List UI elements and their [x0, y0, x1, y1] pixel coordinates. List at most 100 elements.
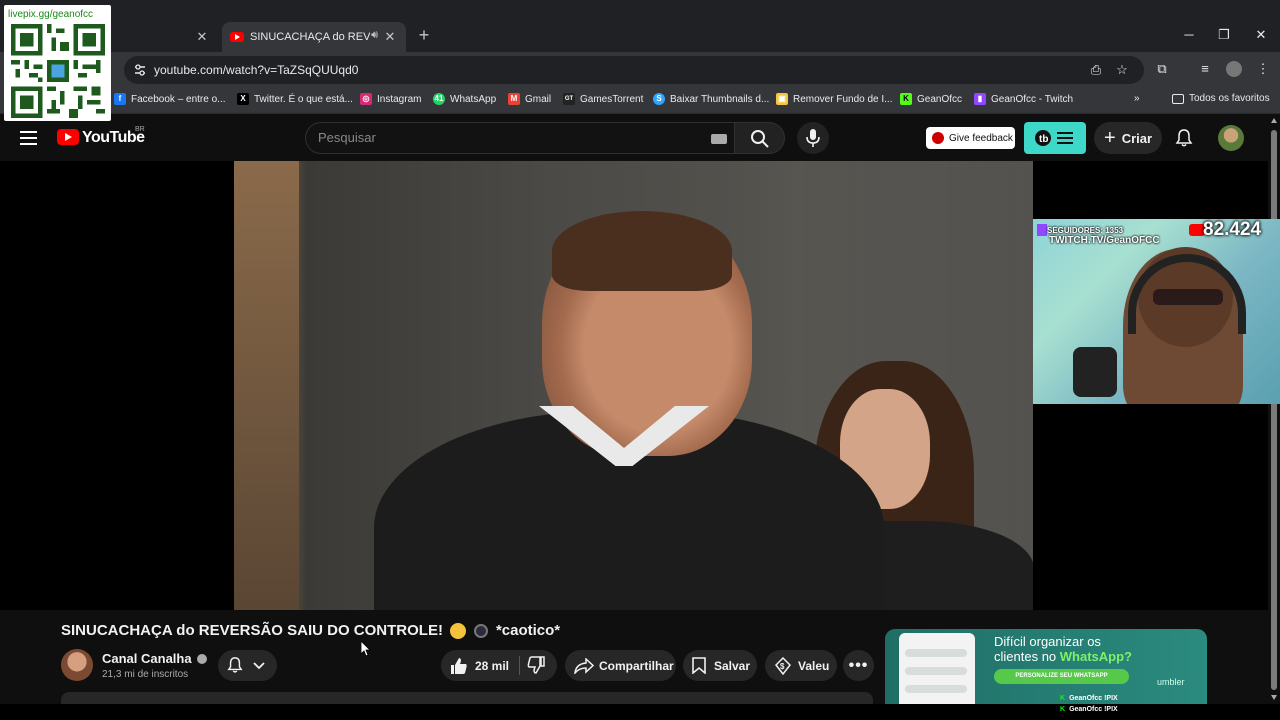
bookmark-gamestorrent[interactable]: GT GamesTorrent: [563, 93, 643, 105]
twitch-icon: [1037, 224, 1047, 236]
channel-name-link[interactable]: Canal Canalha: [102, 651, 207, 666]
youtube-logo-icon[interactable]: [57, 129, 79, 145]
livepix-qr-overlay: livepix.gg/geanofcc: [4, 5, 111, 121]
scroll-down-arrow-icon[interactable]: [1271, 695, 1277, 700]
all-bookmarks-folder[interactable]: Todos os favoritos: [1172, 93, 1270, 104]
kick-icon: K: [1060, 706, 1066, 713]
voice-search-button[interactable]: [797, 122, 829, 154]
bookmark-twitch[interactable]: ▮ GeanOfcc - Twitch: [974, 93, 1073, 105]
kick-icon: K: [1060, 695, 1066, 702]
close-tab-icon[interactable]: ✕: [382, 29, 398, 45]
close-window-icon[interactable]: ✕: [1252, 26, 1270, 44]
give-feedback-button[interactable]: Give feedback: [926, 127, 1015, 149]
more-actions-button[interactable]: •••: [843, 650, 874, 681]
create-label: Criar: [1121, 130, 1153, 146]
keyboard-icon[interactable]: [711, 134, 727, 144]
scrollbar-thumb[interactable]: [1271, 130, 1277, 690]
ad-phone-mockup: [899, 633, 975, 704]
bookmark-instagram[interactable]: ◎ Instagram: [360, 93, 421, 105]
qr-caption: livepix.gg/geanofcc: [8, 9, 94, 20]
channel-avatar[interactable]: [61, 649, 93, 681]
subscription-notifications-button[interactable]: [218, 650, 277, 681]
youtube-favicon-icon: [230, 32, 244, 42]
bookmark-label: Gmail: [525, 93, 552, 105]
minimize-icon[interactable]: ─: [1180, 26, 1198, 44]
browser-tab-active[interactable]: SINUCACHAÇA do REVERSÃ 🔊︎ ✕: [222, 22, 406, 52]
bookmark-label: Todos os favoritos: [1189, 93, 1270, 104]
user-avatar[interactable]: [1218, 125, 1244, 151]
plus-icon: +: [1104, 127, 1116, 149]
address-bar[interactable]: youtube.com/watch?v=TaZSqQUUqd0 ⎙ ☆: [124, 56, 1144, 84]
search-input[interactable]: [318, 130, 698, 145]
description-box[interactable]: [61, 692, 873, 704]
browser-tab-inactive[interactable]: ✕: [112, 22, 218, 52]
install-app-icon[interactable]: ⎙: [1088, 62, 1104, 78]
page-scrollbar[interactable]: [1268, 116, 1280, 704]
ad-phone-row: [905, 649, 967, 657]
youtube-header: YouTube BR Give feedback tb: [0, 116, 1268, 161]
bookmark-twitter[interactable]: X Twitter. É o que está...: [237, 93, 353, 105]
search-button[interactable]: [735, 122, 785, 154]
chevron-down-icon: [253, 662, 265, 670]
browser-tab-strip: ✕ SINUCACHAÇA do REVERSÃ 🔊︎ ✕ + ─ ❐ ✕: [0, 0, 1280, 52]
share-button[interactable]: Compartilhar: [565, 650, 676, 681]
gamestorrent-icon: GT: [563, 93, 575, 105]
video-frame[interactable]: [234, 161, 1033, 610]
dislike-button[interactable]: [527, 656, 551, 676]
screen: ✕ SINUCACHAÇA do REVERSÃ 🔊︎ ✕ + ─ ❐ ✕ yo…: [0, 0, 1280, 720]
new-tab-button[interactable]: +: [414, 26, 434, 46]
like-count: 28 mil: [475, 658, 510, 673]
bookmark-label: GeanOfcc: [917, 93, 963, 105]
menu-kebab-icon[interactable]: ⋮: [1255, 61, 1271, 77]
extensions-icon[interactable]: ⧉: [1154, 61, 1170, 77]
bookmark-label: GeanOfcc - Twitch: [991, 93, 1074, 105]
pix-alert-tag: !PIX: [1104, 695, 1118, 702]
ad-headline-line2: clientes no WhatsApp?: [994, 649, 1132, 664]
more-horizontal-icon: •••: [848, 656, 869, 674]
bookmark-label: Instagram: [377, 93, 422, 105]
scroll-up-arrow-icon[interactable]: [1271, 118, 1277, 123]
create-button[interactable]: + Criar: [1094, 122, 1162, 154]
bookmark-thumbnails[interactable]: S Baixar Thumbnails d...: [653, 93, 769, 105]
share-label: Compartilhar: [599, 658, 674, 673]
extension-logo-icon: tb: [1035, 130, 1073, 146]
facebook-icon: f: [114, 93, 126, 105]
close-tab-icon[interactable]: ✕: [194, 29, 210, 45]
thanks-button[interactable]: $ Valeu: [765, 650, 837, 681]
bookmark-whatsapp[interactable]: 41 WhatsApp: [433, 93, 496, 105]
give-feedback-label: Give feedback: [949, 132, 1013, 144]
verified-badge-icon: [196, 653, 207, 664]
menu-icon[interactable]: [20, 131, 37, 145]
microphone-shape: [1073, 347, 1117, 397]
bookmark-gmail[interactable]: M Gmail: [508, 93, 551, 105]
ad-headline-line1: Difícil organizar os: [994, 634, 1101, 649]
sunglasses-shape: [1153, 289, 1223, 305]
site-settings-icon[interactable]: [133, 63, 147, 77]
profile-icon[interactable]: [1226, 61, 1242, 77]
restore-icon[interactable]: ❐: [1215, 26, 1233, 44]
subscriber-count-overlay: 82.424: [1203, 219, 1262, 240]
bookmark-remove-bg[interactable]: ▣ Remover Fundo de I...: [776, 93, 893, 105]
bookmark-star-icon[interactable]: ☆: [1114, 62, 1130, 78]
streamer-webcam-overlay: SEGUIDORES: 1353 TWITCH.TV/GeanOFCC 82.4…: [1033, 219, 1280, 404]
folder-icon: [1172, 93, 1184, 104]
like-button[interactable]: 28 mil: [441, 650, 519, 681]
svg-text:$: $: [780, 662, 785, 671]
ad-headline-prefix: clientes no: [994, 649, 1060, 664]
video-person-man-hair: [552, 211, 732, 291]
notifications-bell-icon[interactable]: [1175, 129, 1193, 147]
bookmark-facebook[interactable]: f Facebook – entre o...: [114, 93, 226, 105]
more-bookmarks-button[interactable]: »: [1134, 93, 1140, 104]
bottom-bar: K GeanOfcc !PIX K GeanOfcc !PIX: [0, 695, 1280, 720]
media-controls-icon[interactable]: ≡: [1197, 61, 1213, 77]
url-text: youtube.com/watch?v=TaZSqQUUqd0: [154, 63, 359, 77]
save-button[interactable]: Salvar: [683, 650, 757, 681]
speaker-icon[interactable]: 🔊︎: [371, 29, 378, 42]
video-title-suffix: *caotico*: [495, 622, 561, 639]
extension-button[interactable]: tb: [1024, 122, 1086, 154]
bookmark-kick[interactable]: K GeanOfcc: [900, 93, 962, 105]
ad-cta-button[interactable]: PERSONALIZE SEU WHATSAPP: [994, 669, 1129, 684]
sponsored-ad-banner[interactable]: Difícil organizar os clientes no WhatsAp…: [885, 629, 1207, 704]
like-divider: [519, 656, 520, 675]
thanks-label: Valeu: [798, 658, 830, 673]
